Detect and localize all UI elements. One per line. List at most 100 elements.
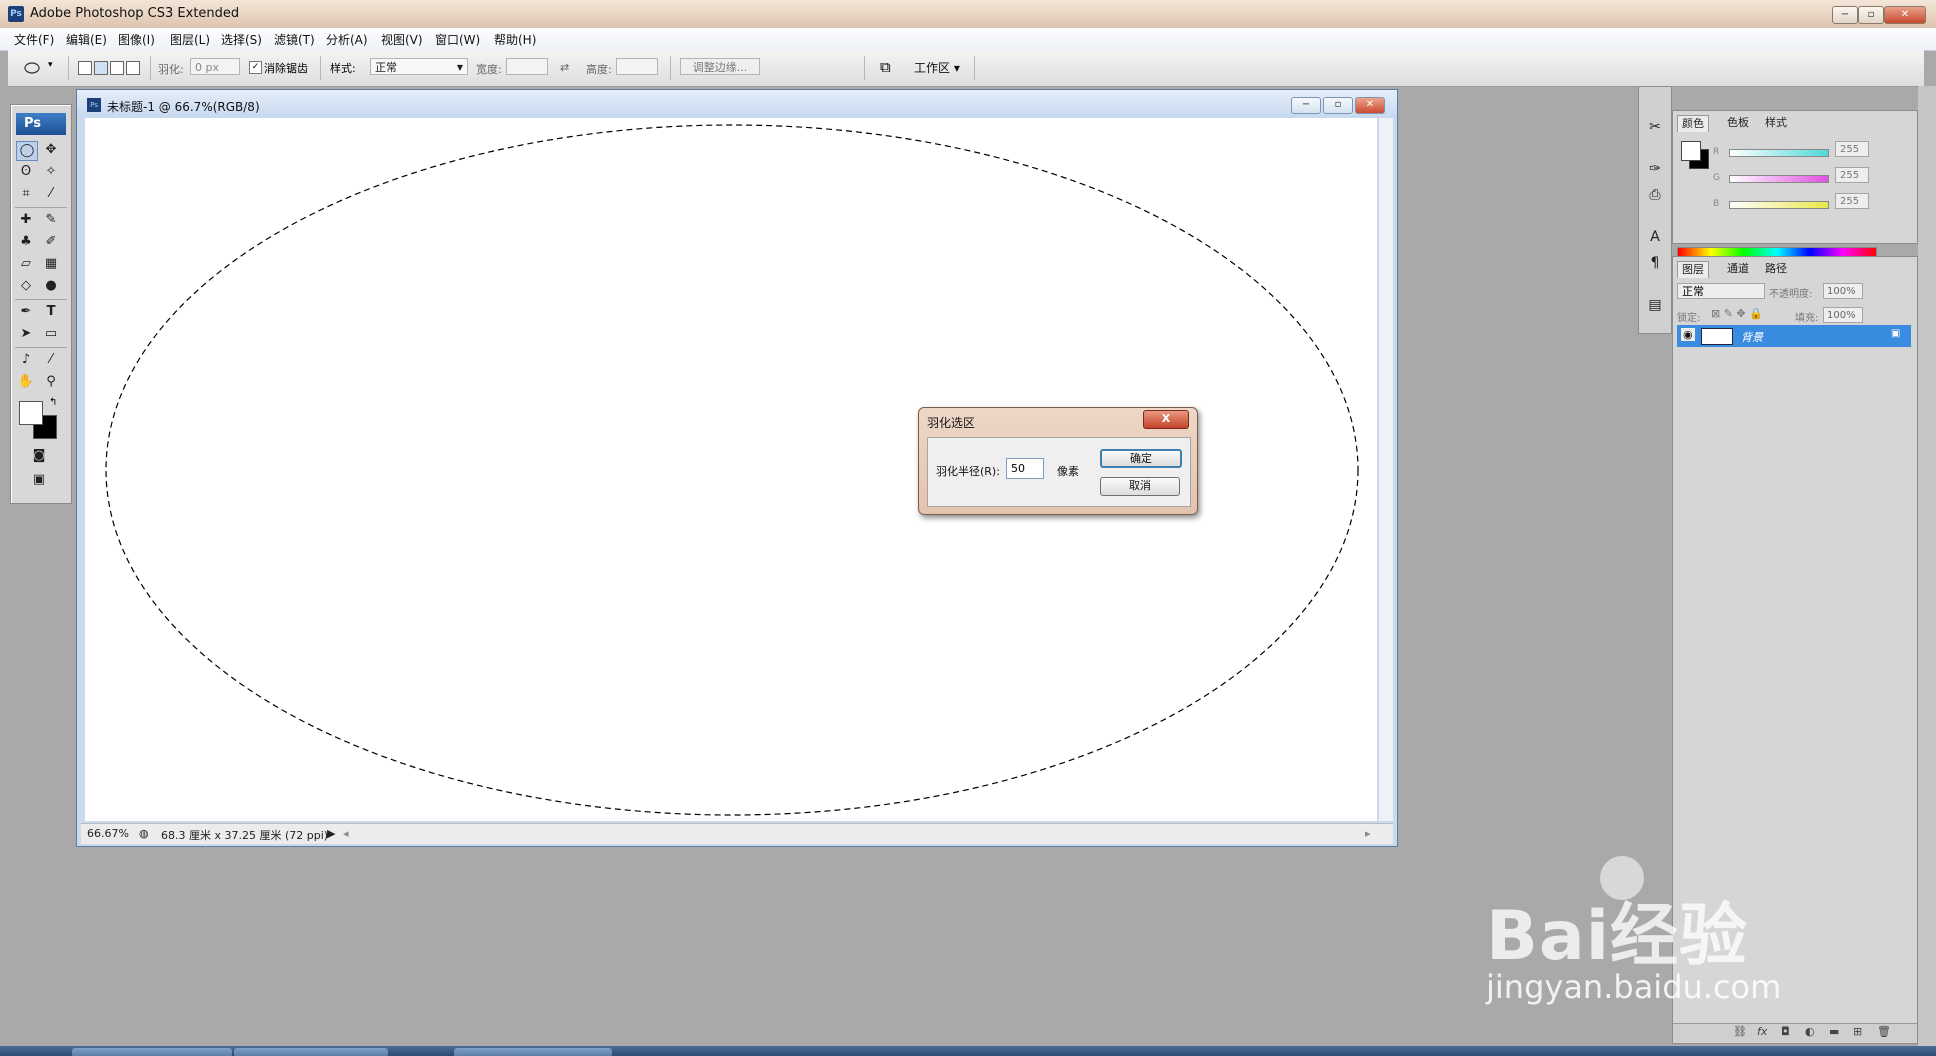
subtract-selection-icon[interactable] — [110, 61, 124, 75]
feather-radius-input[interactable]: 50 — [1006, 458, 1044, 479]
zoom-level[interactable]: 66.67% — [87, 827, 129, 840]
menu-filter[interactable]: 滤镜(T) — [274, 31, 315, 48]
chevron-down-icon[interactable]: ▾ — [48, 60, 53, 70]
brush-tool-icon[interactable]: ✎ — [41, 211, 61, 229]
channel-g-slider[interactable] — [1729, 175, 1829, 183]
channel-b-value[interactable]: 255 — [1835, 193, 1869, 209]
dialog-close-button[interactable]: X — [1143, 410, 1189, 429]
menu-edit[interactable]: 编辑(E) — [66, 31, 107, 48]
gradient-tool-icon[interactable]: ▦ — [41, 255, 61, 273]
close-button[interactable]: ✕ — [1884, 6, 1926, 24]
healing-brush-tool-icon[interactable]: ✚ — [16, 211, 36, 229]
adjustment-layer-icon[interactable]: ◐ — [1805, 1025, 1815, 1038]
doc-minimize-button[interactable]: − — [1291, 97, 1321, 114]
height-input[interactable] — [616, 58, 658, 75]
vertical-scrollbar[interactable] — [1379, 118, 1393, 821]
type-tool-icon[interactable]: T — [41, 303, 61, 321]
eraser-tool-icon[interactable]: ▱ — [16, 255, 36, 273]
swap-colors-icon[interactable]: ↰ — [49, 397, 57, 408]
magic-wand-tool-icon[interactable]: ✧ — [41, 163, 61, 181]
pen-tool-icon[interactable]: ✒ — [16, 303, 36, 321]
blend-mode-select[interactable]: 正常 — [1677, 283, 1765, 299]
elliptical-marquee-tool-icon[interactable]: ◯ — [16, 141, 38, 161]
taskbar-button[interactable] — [72, 1048, 232, 1056]
clone-stamp-tool-icon[interactable]: ♣ — [16, 233, 36, 251]
workspace-button[interactable]: 工作区 ▾ — [914, 59, 960, 76]
menu-view[interactable]: 视图(V) — [381, 31, 423, 48]
paragraph-icon[interactable]: ¶ — [1645, 253, 1665, 273]
zoom-tool-icon[interactable]: ⚲ — [41, 373, 61, 391]
taskbar-button[interactable] — [234, 1048, 388, 1056]
status-menu-arrow-icon[interactable]: ▶ — [327, 827, 335, 840]
feather-input[interactable]: 0 px — [190, 58, 240, 75]
doc-restore-button[interactable]: ▫ — [1323, 97, 1353, 114]
shape-tool-icon[interactable]: ▭ — [41, 325, 61, 343]
fill-input[interactable]: 100% — [1823, 307, 1863, 323]
style-select[interactable]: 正常 ▼ — [370, 58, 468, 75]
delete-layer-icon[interactable]: 🗑 — [1877, 1025, 1891, 1038]
channel-r-slider[interactable] — [1729, 149, 1829, 157]
layer-comps-icon[interactable]: ▤ — [1645, 295, 1665, 315]
intersect-selection-icon[interactable] — [126, 61, 140, 75]
swap-icon[interactable]: ⇄ — [560, 61, 569, 74]
link-layers-icon[interactable]: ⛓ — [1733, 1025, 1747, 1038]
panel-foreground-swatch[interactable] — [1681, 141, 1701, 161]
dodge-tool-icon[interactable]: ● — [41, 277, 61, 295]
tab-channels[interactable]: 通道 — [1723, 261, 1753, 277]
notes-tool-icon[interactable]: ♪ — [16, 351, 36, 369]
doc-close-button[interactable]: ✕ — [1355, 97, 1385, 114]
tab-styles[interactable]: 样式 — [1761, 115, 1791, 131]
channel-r-value[interactable]: 255 — [1835, 141, 1869, 157]
hand-tool-icon[interactable]: ✋ — [16, 373, 36, 391]
width-input[interactable] — [506, 58, 548, 75]
menu-window[interactable]: 窗口(W) — [435, 31, 480, 48]
refine-edge-button[interactable]: 调整边缘... — [680, 58, 760, 75]
elliptical-marquee-preset[interactable] — [22, 57, 44, 79]
slice-tool-icon[interactable]: ⁄ — [41, 185, 61, 203]
tab-swatches[interactable]: 色板 — [1723, 115, 1753, 131]
taskbar-button[interactable] — [454, 1048, 612, 1056]
bridge-icon[interactable]: ⧉ — [880, 58, 891, 76]
move-tool-icon[interactable]: ✥ — [41, 141, 61, 159]
tools-preset-icon[interactable]: ✂ — [1645, 117, 1665, 137]
menu-layer[interactable]: 图层(L) — [170, 31, 210, 48]
layer-row-background[interactable]: ◉ 背景 ▣ — [1677, 325, 1911, 347]
quick-mask-icon[interactable]: ◙ — [29, 447, 49, 465]
blur-tool-icon[interactable]: ◇ — [16, 277, 36, 295]
foreground-color-swatch[interactable] — [19, 401, 43, 425]
ok-button[interactable]: 确定 — [1100, 449, 1182, 468]
add-mask-icon[interactable]: ◘ — [1781, 1025, 1790, 1038]
new-layer-icon[interactable]: ⊞ — [1853, 1025, 1862, 1038]
crop-tool-icon[interactable]: ⌗ — [16, 185, 36, 203]
cancel-button[interactable]: 取消 — [1100, 477, 1180, 496]
lasso-tool-icon[interactable]: ʘ — [16, 163, 36, 181]
add-selection-icon[interactable] — [94, 61, 108, 75]
tab-layers[interactable]: 图层 — [1677, 261, 1709, 278]
character-icon[interactable]: A — [1645, 227, 1665, 247]
screen-mode-icon[interactable]: ▣ — [29, 471, 49, 489]
path-selection-tool-icon[interactable]: ➤ — [16, 325, 36, 343]
channel-b-slider[interactable] — [1729, 201, 1829, 209]
minimize-button[interactable]: − — [1832, 6, 1858, 24]
scroll-left-icon[interactable]: ◂ — [343, 827, 349, 840]
lock-icons[interactable]: ⊠ ✎ ✥ 🔒 — [1711, 307, 1763, 320]
brushes-icon[interactable]: ✑ — [1645, 159, 1665, 179]
tab-paths[interactable]: 路径 — [1761, 261, 1791, 277]
eye-icon[interactable]: ◉ — [1681, 328, 1695, 341]
opacity-input[interactable]: 100% — [1823, 283, 1863, 299]
eyedropper-tool-icon[interactable]: ⁄ — [41, 351, 61, 369]
history-brush-tool-icon[interactable]: ✐ — [41, 233, 61, 251]
scroll-right-icon[interactable]: ▸ — [1365, 827, 1371, 840]
menu-help[interactable]: 帮助(H) — [494, 31, 536, 48]
tab-color[interactable]: 颜色 — [1677, 115, 1709, 132]
channel-g-value[interactable]: 255 — [1835, 167, 1869, 183]
menu-select[interactable]: 选择(S) — [221, 31, 262, 48]
fx-icon[interactable]: fx — [1757, 1025, 1767, 1038]
antialias-checkbox[interactable]: ✓ — [249, 61, 262, 74]
restore-button[interactable]: ▫ — [1858, 6, 1884, 24]
new-selection-icon[interactable] — [78, 61, 92, 75]
new-group-icon[interactable]: ▬ — [1829, 1025, 1839, 1038]
menu-analysis[interactable]: 分析(A) — [326, 31, 368, 48]
clone-source-icon[interactable]: ⎙ — [1645, 185, 1665, 205]
menu-image[interactable]: 图像(I) — [118, 31, 155, 48]
